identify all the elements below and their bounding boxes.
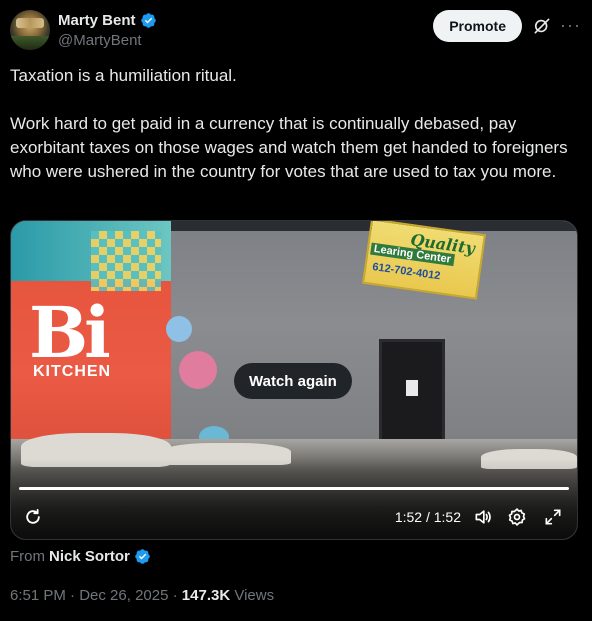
author-handle[interactable]: @MartyBent xyxy=(58,32,142,49)
settings-icon[interactable] xyxy=(507,507,527,527)
tweet-meta: 6:51 PM · Dec 26, 2025 · 147.3K Views xyxy=(10,587,274,604)
tweet-time[interactable]: 6:51 PM xyxy=(10,587,66,604)
video-gradient xyxy=(11,459,577,539)
views-count: 147.3K xyxy=(181,587,231,604)
author-name-row: Marty Bent xyxy=(58,12,157,29)
tweet-text: Taxation is a humiliation ritual. Work h… xyxy=(10,64,582,184)
volume-icon[interactable] xyxy=(473,507,493,527)
more-icon[interactable]: ··· xyxy=(560,16,580,36)
grok-icon[interactable] xyxy=(532,16,552,36)
video-source: From Nick Sortor xyxy=(10,548,151,565)
source-prefix: From xyxy=(10,548,45,565)
meta-separator: · xyxy=(172,587,178,604)
views-label: Views xyxy=(234,587,275,604)
door-notice xyxy=(406,380,418,396)
author-display-name[interactable]: Marty Bent xyxy=(58,12,136,29)
tweet-header: Marty Bent @MartyBent Promote ··· xyxy=(10,10,582,54)
fullscreen-icon[interactable] xyxy=(543,507,563,527)
tweet-paragraph: Taxation is a humiliation ritual. xyxy=(10,66,237,85)
video-player[interactable]: Bi KITCHEN Quality Learing Center 612-70… xyxy=(10,220,578,540)
promote-button[interactable]: Promote xyxy=(433,10,522,42)
mural-checker xyxy=(91,231,161,291)
tweet-date[interactable]: Dec 26, 2025 xyxy=(79,587,168,604)
mural-flower xyxy=(179,351,217,389)
mural-kitchen-text: KITCHEN xyxy=(33,363,112,380)
mural-lettering: Bi xyxy=(29,291,111,374)
video-time: 1:52 / 1:52 xyxy=(394,509,461,525)
verified-badge-icon xyxy=(135,549,150,564)
sign-phone: 612-702-4012 xyxy=(371,260,442,283)
avatar[interactable] xyxy=(10,10,50,50)
replay-icon[interactable] xyxy=(23,507,43,527)
meta-separator: · xyxy=(70,587,76,604)
verified-badge-icon xyxy=(140,13,156,28)
video-progress-bar[interactable] xyxy=(19,487,569,490)
source-name[interactable]: Nick Sortor xyxy=(49,548,130,565)
watch-again-button[interactable]: Watch again xyxy=(234,363,352,399)
tweet-paragraph: Work hard to get paid in a currency that… xyxy=(10,114,568,181)
mural-flower xyxy=(166,316,192,342)
